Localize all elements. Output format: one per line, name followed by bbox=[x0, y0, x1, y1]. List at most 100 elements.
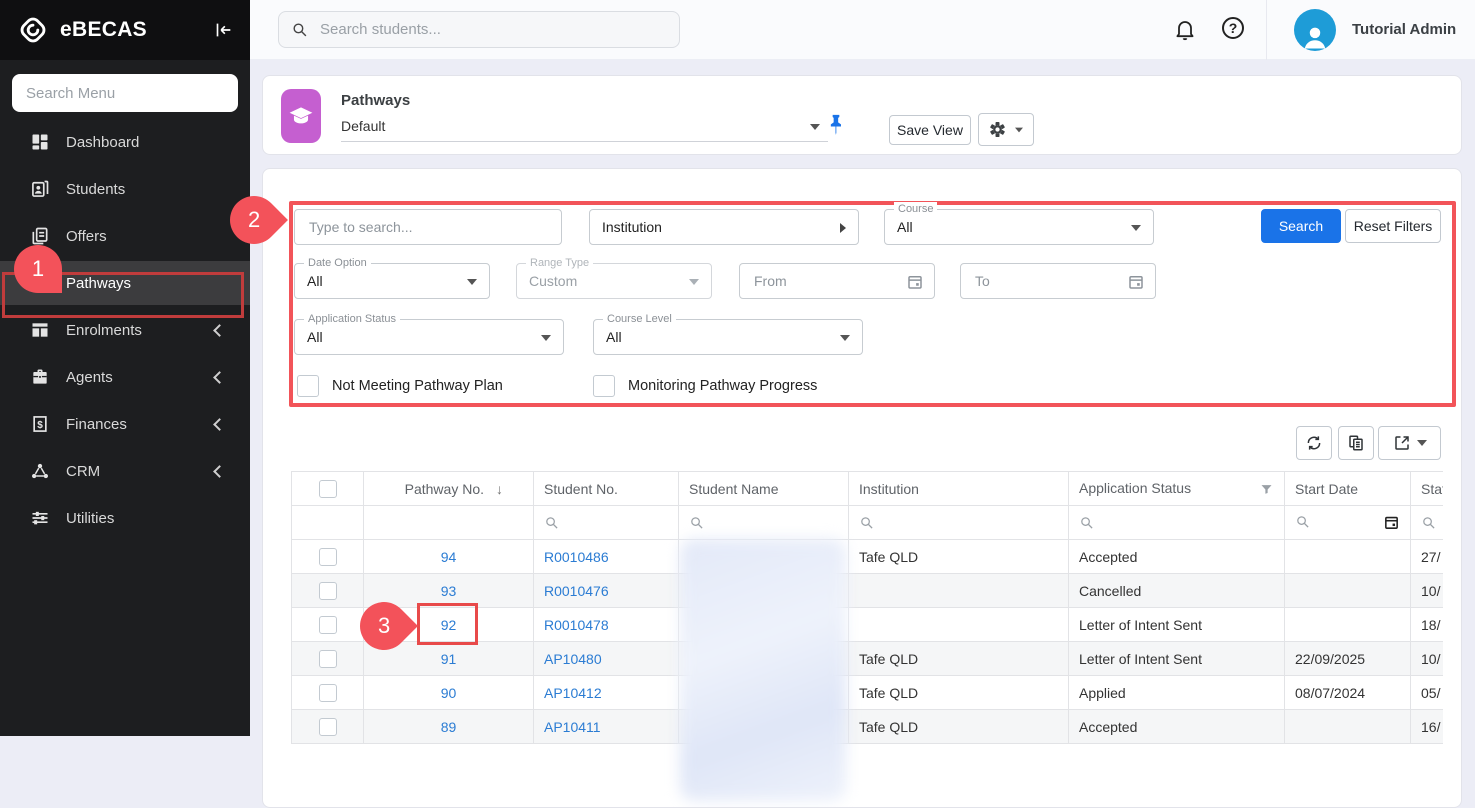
sort-descending-icon[interactable]: ↓ bbox=[496, 481, 503, 497]
cell-status_date: 05/ bbox=[1411, 676, 1444, 710]
calendar-icon[interactable] bbox=[906, 273, 924, 291]
student_no-link[interactable]: R0010486 bbox=[544, 549, 609, 565]
application-status-dropdown[interactable]: Application Status All bbox=[294, 319, 564, 355]
row-checkbox[interactable] bbox=[319, 684, 337, 702]
refresh-button[interactable] bbox=[1296, 426, 1332, 460]
user-avatar[interactable] bbox=[1294, 9, 1336, 51]
chevron-right-icon bbox=[840, 223, 846, 233]
row-checkbox[interactable] bbox=[319, 718, 337, 736]
user-name[interactable]: Tutorial Admin bbox=[1352, 21, 1456, 38]
pathway_no-link[interactable]: 89 bbox=[441, 719, 457, 735]
filter-cell-start_date[interactable] bbox=[1285, 506, 1411, 540]
save-view-button[interactable]: Save View bbox=[889, 115, 971, 145]
brand-name: eBECAS bbox=[60, 18, 202, 42]
sidebar-item-crm[interactable]: CRM bbox=[0, 449, 250, 493]
not-meeting-pathway-plan-checkbox[interactable] bbox=[297, 375, 319, 397]
institution-dropdown[interactable]: Institution bbox=[589, 209, 859, 245]
cell-application_status: Cancelled bbox=[1069, 574, 1285, 608]
calendar-icon[interactable] bbox=[1383, 514, 1400, 531]
col-header-institution[interactable]: Institution bbox=[849, 472, 1069, 506]
cell-start_date bbox=[1285, 574, 1411, 608]
filter-cell-status_date[interactable] bbox=[1411, 506, 1444, 540]
cell-status_date: 16/ bbox=[1411, 710, 1444, 744]
pathway_no-link[interactable]: 90 bbox=[441, 685, 457, 701]
chevron-down-icon bbox=[1417, 440, 1427, 446]
date-option-dropdown[interactable]: Date Option All bbox=[294, 263, 490, 299]
export-button[interactable] bbox=[1378, 426, 1441, 460]
date-to-field[interactable] bbox=[960, 263, 1156, 299]
keyword-search-field[interactable] bbox=[294, 209, 562, 245]
filter-cell-student_name[interactable] bbox=[679, 506, 849, 540]
copy-button[interactable] bbox=[1338, 426, 1374, 460]
row-checkbox[interactable] bbox=[319, 548, 337, 566]
filter-cell-institution[interactable] bbox=[849, 506, 1069, 540]
student_no-link[interactable]: AP10411 bbox=[544, 719, 601, 735]
col-header-application_status[interactable]: Application Status bbox=[1069, 472, 1285, 506]
sidebar-item-enrolments[interactable]: Enrolments bbox=[0, 308, 250, 352]
sidebar-item-dashboard[interactable]: Dashboard bbox=[0, 120, 250, 164]
cell-application_status: Letter of Intent Sent bbox=[1069, 608, 1285, 642]
chevron-left-icon bbox=[213, 324, 226, 337]
sidebar-item-label: Agents bbox=[66, 369, 199, 386]
student_no-link[interactable]: R0010476 bbox=[544, 583, 609, 599]
row-checkbox[interactable] bbox=[319, 616, 337, 634]
pathway_no-link[interactable]: 93 bbox=[441, 583, 457, 599]
select-all-checkbox[interactable] bbox=[319, 480, 337, 498]
reset-filters-button[interactable]: Reset Filters bbox=[1345, 209, 1441, 243]
notifications-bell-icon[interactable] bbox=[1173, 17, 1197, 41]
date-from-input[interactable] bbox=[752, 272, 922, 290]
calendar-icon[interactable] bbox=[1127, 273, 1145, 291]
sidebar-item-students[interactable]: Students bbox=[0, 167, 250, 211]
dashboard-icon bbox=[30, 132, 50, 152]
filters-area: Institution Course All Search Reset Filt… bbox=[289, 201, 1456, 407]
sidebar-collapse-icon[interactable] bbox=[212, 19, 234, 41]
col-header-start_date[interactable]: Start Date bbox=[1285, 472, 1411, 506]
row-checkbox[interactable] bbox=[319, 650, 337, 668]
student_no-link[interactable]: AP10480 bbox=[544, 651, 602, 667]
cell-status_date: 27/ bbox=[1411, 540, 1444, 574]
course-dropdown[interactable]: Course All bbox=[884, 209, 1154, 245]
student_no-link[interactable]: AP10412 bbox=[544, 685, 602, 701]
view-select[interactable]: Default bbox=[341, 112, 828, 142]
student_no-link[interactable]: R0010478 bbox=[544, 617, 609, 633]
menu-search-input[interactable] bbox=[12, 74, 238, 112]
date-from-field[interactable] bbox=[739, 263, 935, 299]
pathway_no-link[interactable]: 92 bbox=[441, 617, 457, 633]
date-to-input[interactable] bbox=[973, 272, 1143, 290]
filter-cell-student_no[interactable] bbox=[534, 506, 679, 540]
sidebar-item-utilities[interactable]: Utilities bbox=[0, 496, 250, 540]
row-checkbox[interactable] bbox=[319, 582, 337, 600]
monitoring-pathway-progress-checkbox[interactable] bbox=[593, 375, 615, 397]
gear-icon bbox=[988, 120, 1007, 139]
filter-cell-application_status[interactable] bbox=[1069, 506, 1285, 540]
pathway_no-link[interactable]: 94 bbox=[441, 549, 457, 565]
pin-view-icon[interactable] bbox=[826, 114, 846, 140]
filter-funnel-icon[interactable] bbox=[1259, 482, 1274, 497]
cell-student_name bbox=[679, 642, 849, 676]
pathway_no-link[interactable]: 91 bbox=[441, 651, 457, 667]
filter-cell-select bbox=[292, 506, 364, 540]
student-search-input[interactable] bbox=[318, 20, 667, 39]
sidebar-menu: DashboardStudentsOffersPathwaysEnrolment… bbox=[0, 120, 250, 540]
course-level-dropdown[interactable]: Course Level All bbox=[593, 319, 863, 355]
cell-application_status: Accepted bbox=[1069, 540, 1285, 574]
student-search-box[interactable] bbox=[278, 11, 680, 48]
help-icon[interactable]: ? bbox=[1222, 17, 1244, 39]
agents-icon bbox=[30, 367, 50, 387]
range-type-dropdown[interactable]: Range Type Custom bbox=[516, 263, 712, 299]
keyword-search-input[interactable] bbox=[307, 218, 549, 236]
col-header-pathway_no[interactable]: Pathway No.↓ bbox=[364, 472, 534, 506]
sidebar-item-agents[interactable]: Agents bbox=[0, 355, 250, 399]
view-settings-button[interactable] bbox=[978, 113, 1034, 146]
grid-row-pathway-91: 91AP10480Tafe QLDLetter of Intent Sent22… bbox=[292, 642, 1444, 676]
pathways-panel-card: Institution Course All Search Reset Filt… bbox=[262, 168, 1462, 808]
sidebar-item-finances[interactable]: $Finances bbox=[0, 402, 250, 446]
col-header-student_name[interactable]: Student Name bbox=[679, 472, 849, 506]
utilities-icon bbox=[30, 508, 50, 528]
col-header-status_date[interactable]: Status Date bbox=[1411, 472, 1444, 506]
chevron-left-icon bbox=[213, 418, 226, 431]
sidebar-item-label: Pathways bbox=[66, 275, 226, 292]
col-header-student_no[interactable]: Student No. bbox=[534, 472, 679, 506]
search-button[interactable]: Search bbox=[1261, 209, 1341, 243]
search-icon bbox=[1421, 515, 1436, 530]
